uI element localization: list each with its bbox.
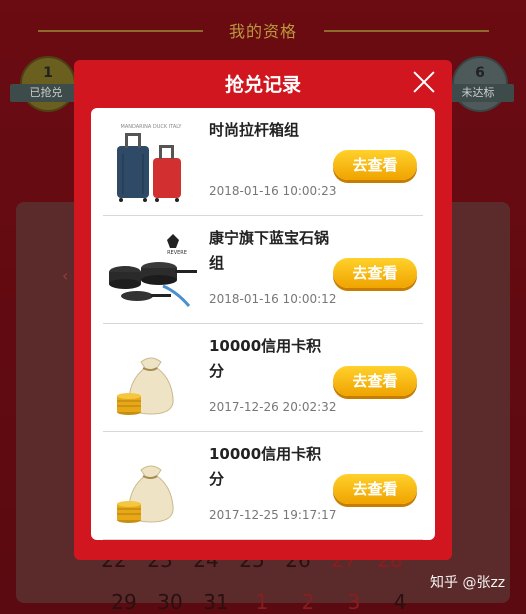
list-item: REVERE 康宁旗下蓝宝石锅组 去查看 2018-01-16 10:00:12 xyxy=(103,216,423,324)
modal-title: 抢兑记录 xyxy=(224,74,301,96)
redeem-records-modal: 抢兑记录 MANDARINA DUCK ITALY 时尚拉杆箱组 去查看 201… xyxy=(74,60,452,560)
grabbed-label: 已抢兑 xyxy=(10,84,82,102)
luggage-brand-caption: MANDARINA DUCK ITALY xyxy=(121,124,183,130)
header-divider-right xyxy=(324,30,489,32)
list-item: 10000信用卡积分 去查看 2017-12-25 19:17:17 xyxy=(103,432,423,540)
money-bag-image xyxy=(117,357,174,415)
item-name: 10000信用卡积分 xyxy=(209,337,322,380)
view-button[interactable]: 去查看 xyxy=(333,366,417,396)
close-icon[interactable] xyxy=(412,70,436,94)
item-time: 2017-12-26 20:02:32 xyxy=(209,400,337,414)
money-bag-image xyxy=(117,465,174,523)
view-button[interactable]: 去查看 xyxy=(333,258,417,288)
view-button[interactable]: 去查看 xyxy=(333,474,417,504)
watermark: 知乎 @张zz xyxy=(430,575,506,591)
cookware-image: REVERE xyxy=(109,234,197,307)
luggage-image: MANDARINA DUCK ITALY xyxy=(117,124,183,202)
records-list: MANDARINA DUCK ITALY 时尚拉杆箱组 去查看 2018-01-… xyxy=(91,108,435,540)
calendar-day[interactable]: 1 xyxy=(244,590,280,614)
calendar-day[interactable]: 29 xyxy=(106,590,142,614)
list-item: 10000信用卡积分 去查看 2017-12-26 20:02:32 xyxy=(103,324,423,432)
item-name: 10000信用卡积分 xyxy=(209,445,322,488)
prev-month-icon[interactable]: ‹ xyxy=(62,266,68,285)
page-header: 我的资格 xyxy=(0,8,526,41)
calendar-day[interactable]: 31 xyxy=(198,590,234,614)
calendar-day[interactable]: 4 xyxy=(382,590,418,614)
calendar-day[interactable]: 30 xyxy=(152,590,188,614)
grabbed-count: 1 xyxy=(43,65,53,81)
item-name: 康宁旗下蓝宝石锅组 xyxy=(209,229,330,272)
calendar-day[interactable]: 2 xyxy=(290,590,326,614)
unqualified-count: 6 xyxy=(475,65,485,81)
item-name: 时尚拉杆箱组 xyxy=(209,121,300,139)
list-item: MANDARINA DUCK ITALY 时尚拉杆箱组 去查看 2018-01-… xyxy=(103,108,423,216)
unqualified-label: 未达标 xyxy=(442,84,514,102)
calendar-day[interactable]: 3 xyxy=(336,590,372,614)
item-time: 2017-12-25 19:17:17 xyxy=(209,508,337,522)
view-button[interactable]: 去查看 xyxy=(333,150,417,180)
cookware-brand-caption: REVERE xyxy=(167,250,187,256)
item-time: 2018-01-16 10:00:23 xyxy=(209,184,337,198)
item-time: 2018-01-16 10:00:12 xyxy=(209,292,337,306)
